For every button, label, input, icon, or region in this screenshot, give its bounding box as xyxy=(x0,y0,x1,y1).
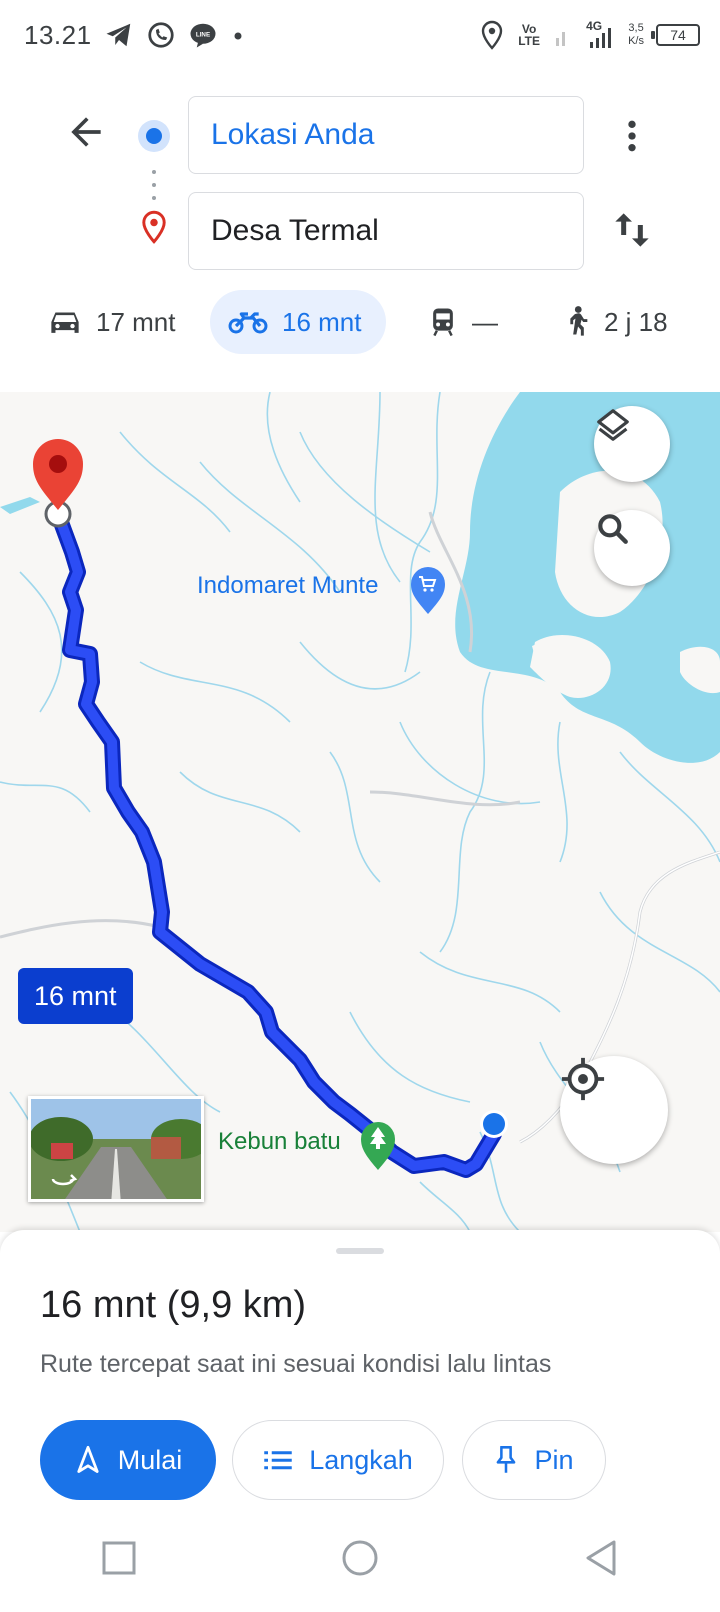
walking-icon xyxy=(570,306,588,336)
store-pin xyxy=(411,567,445,614)
status-time: 13.21 xyxy=(24,20,92,50)
pin-button[interactable]: Pin xyxy=(462,1420,606,1500)
system-nav-bar xyxy=(0,1504,720,1612)
street-view-image xyxy=(31,1099,201,1199)
svg-text:LINE: LINE xyxy=(196,31,210,38)
travel-modes: 17 mnt 16 mnt — 2 j 18 xyxy=(0,290,720,360)
origin-input[interactable]: Lokasi Anda xyxy=(188,96,584,174)
route-connector xyxy=(152,170,156,200)
poi-indomaret[interactable]: Indomaret Munte xyxy=(197,572,378,600)
route-summary: 16 mnt (9,9 km) xyxy=(40,1284,307,1326)
more-notifications-icon xyxy=(234,32,242,40)
start-button[interactable]: Mulai xyxy=(40,1420,216,1500)
poi-kebun-batu[interactable]: Kebun batu xyxy=(218,1128,341,1156)
directions-header: Lokasi Anda Desa Termal 17 mnt 16 mnt — … xyxy=(0,72,720,392)
back-arrow-icon[interactable] xyxy=(64,110,108,154)
net-speed: 3,5 K/s xyxy=(628,22,644,47)
recents-square-icon[interactable] xyxy=(101,1540,137,1576)
notification-icons: LINE xyxy=(104,18,246,52)
line-icon: LINE xyxy=(190,23,216,48)
car-icon xyxy=(51,312,79,333)
steps-button[interactable]: Langkah xyxy=(232,1420,444,1500)
mode-walk-label: 2 j 18 xyxy=(604,306,668,337)
origin-dot-icon xyxy=(138,120,170,152)
train-icon xyxy=(433,308,453,337)
mode-transit-label: — xyxy=(472,306,498,337)
search-button[interactable] xyxy=(594,510,670,586)
pushpin-icon xyxy=(497,1446,516,1473)
battery-icon: 74 xyxy=(651,24,700,46)
destination-map-pin xyxy=(33,439,83,510)
telegram-icon xyxy=(106,23,131,47)
destination-input[interactable]: Desa Termal xyxy=(188,192,584,270)
more-options-icon[interactable] xyxy=(612,116,652,156)
signal-icon-1 xyxy=(556,32,566,46)
location-icon xyxy=(481,20,503,50)
stream-water xyxy=(0,497,40,514)
layers-button[interactable] xyxy=(594,406,670,482)
pin-button-label: Pin xyxy=(534,1444,574,1475)
route-eta-label: 16 mnt xyxy=(18,968,133,1024)
system-icons: Vo LTE 4G 3,5 K/s 74 xyxy=(480,18,700,52)
volte-indicator: Vo LTE xyxy=(518,22,540,48)
my-location-button[interactable] xyxy=(560,1056,668,1164)
motorcycle-icon xyxy=(228,312,268,334)
mode-transit[interactable]: — xyxy=(410,290,516,354)
mode-walk[interactable]: 2 j 18 xyxy=(544,290,686,354)
search-icon xyxy=(598,514,628,544)
mode-motorcycle[interactable]: 16 mnt xyxy=(210,290,386,354)
layers-icon xyxy=(597,409,629,441)
whatsapp-icon xyxy=(148,22,174,48)
swap-icon[interactable] xyxy=(612,208,652,252)
back-triangle-icon[interactable] xyxy=(583,1538,619,1578)
route-description: Rute tercepat saat ini sesuai kondisi la… xyxy=(40,1350,552,1378)
navigation-arrow-icon xyxy=(77,1445,99,1473)
my-location-icon xyxy=(561,1057,605,1101)
signal-4g: 4G xyxy=(586,20,616,50)
list-icon xyxy=(264,1451,292,1470)
mode-car[interactable]: 17 mnt xyxy=(30,290,194,354)
sheet-drag-handle[interactable] xyxy=(336,1248,384,1254)
mode-car-label: 17 mnt xyxy=(96,306,176,337)
status-bar: 13.21 LINE Vo LTE 4G 3,5 K/s 74 xyxy=(0,0,720,72)
home-circle-icon[interactable] xyxy=(340,1538,380,1578)
mode-motorcycle-label: 16 mnt xyxy=(282,306,362,337)
steps-button-label: Langkah xyxy=(309,1444,413,1475)
start-button-label: Mulai xyxy=(117,1444,183,1475)
street-view-thumbnail[interactable] xyxy=(28,1096,204,1202)
destination-pin-icon xyxy=(142,210,166,244)
map-view[interactable]: Indomaret Munte Kebun batu 16 mnt xyxy=(0,392,720,1232)
